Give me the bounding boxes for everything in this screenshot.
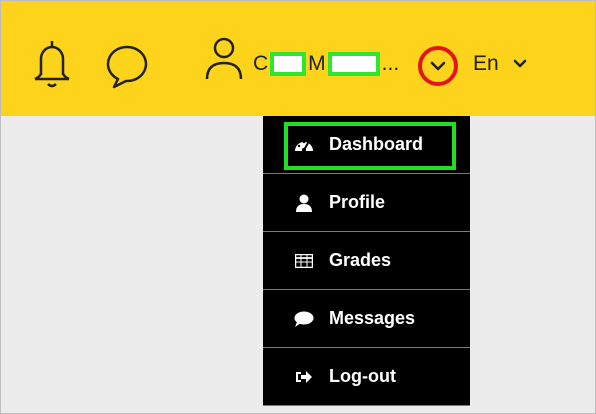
user-icon — [205, 37, 243, 80]
user-name[interactable]: C M ... — [253, 49, 399, 79]
sign-out-icon — [293, 367, 315, 387]
chevron-down-icon — [430, 61, 446, 71]
user-name-ellipsis: ... — [381, 52, 400, 75]
language-label: En — [473, 52, 499, 75]
bell-icon — [34, 41, 70, 88]
messages-button[interactable] — [104, 35, 160, 91]
comment-icon — [293, 309, 315, 329]
top-navbar: C M ... En — [1, 1, 595, 116]
language-selector[interactable]: En — [473, 49, 527, 79]
chevron-down-icon — [513, 59, 526, 68]
redaction-box — [270, 52, 307, 76]
chat-bubble-icon — [106, 45, 148, 89]
user-icon — [293, 193, 315, 213]
menu-item-dashboard[interactable]: Dashboard — [263, 116, 470, 174]
user-last-initial: M — [308, 52, 326, 75]
menu-item-label: Dashboard — [329, 134, 424, 154]
menu-item-logout[interactable]: Log-out — [263, 348, 470, 406]
menu-item-profile[interactable]: Profile — [263, 174, 470, 232]
menu-item-label: Grades — [329, 250, 392, 270]
user-first-initial: C — [253, 52, 269, 75]
user-menu-toggle[interactable] — [418, 46, 458, 86]
menu-item-label: Profile — [329, 192, 386, 212]
redaction-box — [327, 52, 380, 76]
menu-item-messages[interactable]: Messages — [263, 290, 470, 348]
menu-item-label: Messages — [329, 308, 416, 328]
notifications-button[interactable] — [29, 35, 75, 93]
table-grid-icon — [293, 251, 315, 271]
profile-button[interactable] — [204, 35, 244, 85]
menu-item-grades[interactable]: Grades — [263, 232, 470, 290]
dashboard-gauge-icon — [293, 135, 315, 155]
app-window: C M ... En Dashboard Profile Grades Mess… — [0, 0, 596, 414]
menu-item-label: Log-out — [329, 366, 396, 386]
user-dropdown-menu: Dashboard Profile Grades Messages Log-ou… — [263, 116, 470, 406]
